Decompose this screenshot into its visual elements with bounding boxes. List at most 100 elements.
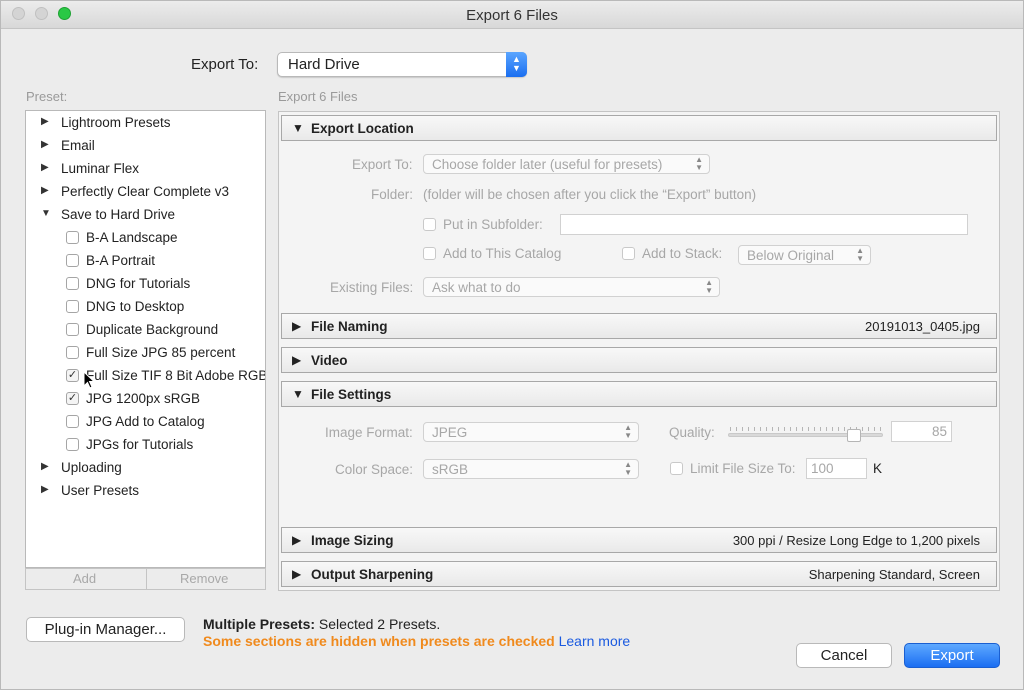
image-format-label: Image Format: <box>325 425 413 440</box>
preset-label: Preset: <box>26 89 68 104</box>
disclosure-right-icon[interactable]: ▶ <box>41 185 49 196</box>
preset-group-label: Save to Hard Drive <box>61 207 176 222</box>
cancel-button[interactable]: Cancel <box>796 643 892 668</box>
color-space-value: sRGB <box>432 462 469 477</box>
existing-files-label: Existing Files: <box>330 280 414 295</box>
disclosure-right-icon[interactable]: ▶ <box>41 162 49 173</box>
preset-item-label: Full Size TIF 8 Bit Adobe RGB <box>86 368 266 383</box>
disclosure-right-icon[interactable]: ▶ <box>41 484 49 495</box>
disclosure-down-icon[interactable]: ▼ <box>292 121 304 135</box>
limit-file-size-label: Limit File Size To: <box>690 461 796 476</box>
export-settings-panel: ▼ Export Location ▶ File Naming 20191013… <box>278 111 1000 591</box>
button-divider <box>146 569 147 589</box>
section-video[interactable]: ▶ Video <box>281 347 997 373</box>
limit-file-size-unit: K <box>873 461 883 476</box>
folder-note: (folder will be chosen after you click t… <box>423 187 757 202</box>
add-to-catalog-checkbox[interactable] <box>423 247 436 260</box>
stack-position-select[interactable]: Below Original ▲ ▼ <box>738 245 871 265</box>
subfolder-checkbox[interactable] <box>423 218 436 231</box>
subfolder-input[interactable] <box>560 214 968 235</box>
image-format-select[interactable]: JPEG ▲ ▼ <box>423 422 639 442</box>
preset-checkbox[interactable] <box>66 323 79 336</box>
section-file-settings[interactable]: ▼ File Settings <box>281 381 997 407</box>
stack-position-value: Below Original <box>747 248 835 263</box>
preset-group-label: Uploading <box>61 460 122 475</box>
export-location-value: Choose folder later (useful for presets) <box>432 157 663 172</box>
export-to-field-label: Export To: <box>352 157 413 172</box>
export-location-select[interactable]: Choose folder later (useful for presets)… <box>423 154 710 174</box>
limit-file-size-checkbox[interactable] <box>670 462 683 475</box>
quality-label: Quality: <box>669 425 715 440</box>
preset-list-buttons: Add Remove <box>25 568 266 590</box>
preset-checkbox[interactable] <box>66 231 79 244</box>
section-export-location[interactable]: ▼ Export Location <box>281 115 997 141</box>
preset-item-label: DNG for Tutorials <box>86 276 191 291</box>
preset-item-label: Duplicate Background <box>86 322 219 337</box>
plugin-manager-button[interactable]: Plug-in Manager... <box>26 617 185 642</box>
title-bar: Export 6 Files <box>1 1 1023 29</box>
add-to-stack-checkbox[interactable] <box>622 247 635 260</box>
preset-item-label: JPG Add to Catalog <box>86 414 205 429</box>
color-space-select[interactable]: sRGB ▲ ▼ <box>423 459 639 479</box>
section-summary: 300 ppi / Resize Long Edge to 1,200 pixe… <box>732 533 980 548</box>
hidden-sections-notice: Some sections are hidden when presets ar… <box>203 633 630 649</box>
export-to-value: Hard Drive <box>288 56 360 73</box>
select-stepper-icon: ▲ ▼ <box>624 423 632 440</box>
existing-files-value: Ask what to do <box>432 280 521 295</box>
disclosure-right-icon[interactable]: ▶ <box>41 116 49 127</box>
export-files-heading: Export 6 Files <box>278 89 358 104</box>
select-stepper-icon: ▲ ▼ <box>506 52 527 77</box>
add-to-stack-label: Add to Stack: <box>642 246 723 261</box>
remove-preset-button[interactable]: Remove <box>180 571 228 586</box>
export-to-select[interactable]: Hard Drive ▲ ▼ <box>277 52 527 77</box>
disclosure-right-icon[interactable]: ▶ <box>292 319 301 333</box>
disclosure-right-icon[interactable]: ▶ <box>41 139 49 150</box>
multiple-presets-status: Multiple Presets: Selected 2 Presets. <box>203 616 440 632</box>
disclosure-down-icon[interactable]: ▼ <box>292 387 304 401</box>
quality-input[interactable]: 85 <box>891 421 952 442</box>
existing-files-select[interactable]: Ask what to do ▲ ▼ <box>423 277 720 297</box>
preset-checkbox[interactable] <box>66 254 79 267</box>
disclosure-right-icon[interactable]: ▶ <box>292 567 301 581</box>
preset-group-label: User Presets <box>61 483 140 498</box>
preset-list[interactable]: ▶ Lightroom Presets ▶ Email ▶ Luminar Fl… <box>25 110 266 568</box>
section-image-sizing[interactable]: ▶ Image Sizing 300 ppi / Resize Long Edg… <box>281 527 997 553</box>
disclosure-right-icon[interactable]: ▶ <box>292 533 301 547</box>
preset-checkbox[interactable] <box>66 415 79 428</box>
preset-checkbox[interactable] <box>66 346 79 359</box>
preset-checkbox[interactable] <box>66 300 79 313</box>
preset-group-label: Email <box>61 138 95 153</box>
disclosure-right-icon[interactable]: ▶ <box>292 353 301 367</box>
learn-more-link[interactable]: Learn more <box>559 633 631 649</box>
preset-group-label: Luminar Flex <box>61 161 140 176</box>
section-summary: Sharpening Standard, Screen <box>808 567 980 582</box>
limit-file-size-value: 100 <box>811 461 834 476</box>
add-preset-button[interactable]: Add <box>73 571 96 586</box>
section-title: File Naming <box>311 319 388 334</box>
quality-slider-thumb[interactable] <box>847 429 861 442</box>
preset-checkbox[interactable] <box>66 277 79 290</box>
select-stepper-icon: ▲ ▼ <box>705 278 713 295</box>
disclosure-right-icon[interactable]: ▶ <box>41 461 49 472</box>
section-title: File Settings <box>311 387 392 402</box>
limit-file-size-input[interactable]: 100 <box>806 458 867 479</box>
preset-checkbox-checked[interactable]: ✓ <box>66 392 79 405</box>
mouse-pointer-icon <box>83 371 95 389</box>
select-stepper-icon: ▲ ▼ <box>695 155 703 172</box>
folder-label: Folder: <box>371 187 414 202</box>
hidden-sections-warning: Some sections are hidden when presets ar… <box>203 633 555 649</box>
section-file-naming[interactable]: ▶ File Naming 20191013_0405.jpg <box>281 313 997 339</box>
window-title: Export 6 Files <box>466 7 558 24</box>
quality-value: 85 <box>931 424 947 439</box>
disclosure-down-icon[interactable]: ▼ <box>41 208 51 219</box>
section-title: Video <box>311 353 348 368</box>
multiple-presets-title: Multiple Presets: <box>203 616 316 632</box>
preset-item-label: B-A Portrait <box>86 253 156 268</box>
section-output-sharpening[interactable]: ▶ Output Sharpening Sharpening Standard,… <box>281 561 997 587</box>
preset-checkbox-checked[interactable]: ✓ <box>66 369 79 382</box>
export-to-label: Export To: <box>191 56 259 73</box>
preset-checkbox[interactable] <box>66 438 79 451</box>
export-button[interactable]: Export <box>904 643 1000 668</box>
preset-item-label: DNG to Desktop <box>86 299 185 314</box>
preset-group-label: Lightroom Presets <box>61 115 171 130</box>
